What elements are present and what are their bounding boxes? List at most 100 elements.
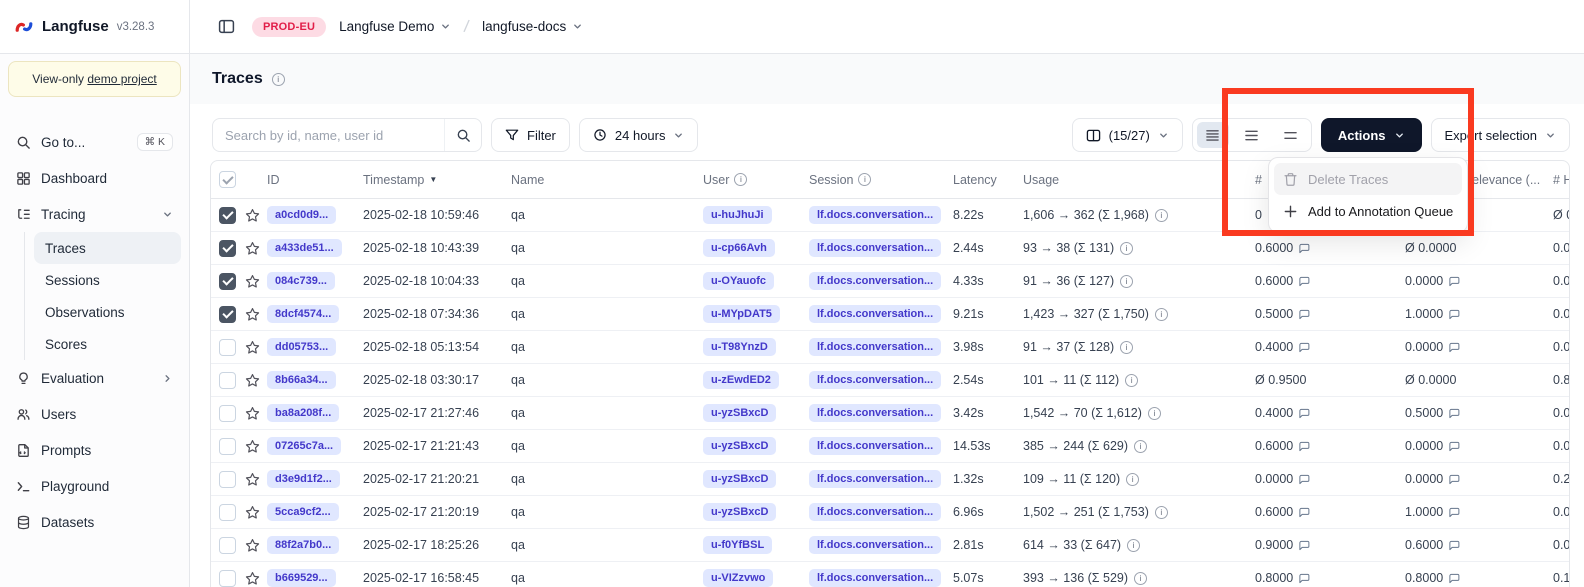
user-badge[interactable]: u-VIZzvwo xyxy=(703,569,773,587)
row-checkbox[interactable] xyxy=(219,504,236,521)
sidebar-item-tracing[interactable]: Tracing xyxy=(8,196,181,232)
star-button[interactable] xyxy=(245,307,260,322)
comment-icon[interactable] xyxy=(1298,308,1310,321)
session-badge[interactable]: lf.docs.conversation... xyxy=(809,272,941,290)
usage-info-icon[interactable] xyxy=(1120,275,1133,288)
column-visibility-button[interactable]: (15/27) xyxy=(1072,118,1183,152)
table-row[interactable]: ba8a208f... 2025-02-17 21:27:46 qa u-yzS… xyxy=(211,397,1569,430)
org-switcher[interactable]: Langfuse Demo xyxy=(339,19,451,34)
trace-id-badge[interactable]: 07265c7a... xyxy=(267,437,341,455)
comment-icon[interactable] xyxy=(1298,275,1310,288)
user-badge[interactable]: u-zEwdED2 xyxy=(703,371,779,389)
column-header-name[interactable]: Name xyxy=(511,173,703,187)
row-height-large-button[interactable] xyxy=(1275,122,1307,148)
star-button[interactable] xyxy=(245,406,260,421)
usage-info-icon[interactable] xyxy=(1125,374,1138,387)
table-row[interactable]: 5cca9cf2... 2025-02-17 21:20:19 qa u-yzS… xyxy=(211,496,1569,529)
user-badge[interactable]: u-yzSBxcD xyxy=(703,503,776,521)
column-header-latency[interactable]: Latency xyxy=(953,173,1023,187)
comment-icon[interactable] xyxy=(1448,407,1460,420)
comment-icon[interactable] xyxy=(1448,341,1460,354)
row-checkbox[interactable] xyxy=(219,471,236,488)
trace-id-badge[interactable]: a0cd0d9... xyxy=(267,206,336,224)
project-switcher[interactable]: langfuse-docs xyxy=(482,19,583,34)
info-icon[interactable] xyxy=(272,73,285,86)
sidebar-item-dashboard[interactable]: Dashboard xyxy=(8,160,181,196)
table-row[interactable]: 07265c7a... 2025-02-17 21:21:43 qa u-yzS… xyxy=(211,430,1569,463)
comment-icon[interactable] xyxy=(1448,539,1460,552)
table-row[interactable]: a433de51... 2025-02-18 10:43:39 qa u-cp6… xyxy=(211,232,1569,265)
session-badge[interactable]: lf.docs.conversation... xyxy=(809,239,941,257)
comment-icon[interactable] xyxy=(1298,539,1310,552)
comment-icon[interactable] xyxy=(1298,473,1310,486)
trace-id-badge[interactable]: ba8a208f... xyxy=(267,404,339,422)
column-header-timestamp[interactable]: Timestamp▼ xyxy=(363,173,511,187)
session-badge[interactable]: lf.docs.conversation... xyxy=(809,305,941,323)
session-badge[interactable]: lf.docs.conversation... xyxy=(809,536,941,554)
table-row[interactable]: 084c739... 2025-02-18 10:04:33 qa u-OYau… xyxy=(211,265,1569,298)
session-badge[interactable]: lf.docs.conversation... xyxy=(809,503,941,521)
session-badge[interactable]: lf.docs.conversation... xyxy=(809,404,941,422)
usage-info-icon[interactable] xyxy=(1120,242,1133,255)
sidebar-item-scores[interactable]: Scores xyxy=(34,328,181,360)
session-badge[interactable]: lf.docs.conversation... xyxy=(809,206,941,224)
session-badge[interactable]: lf.docs.conversation... xyxy=(809,371,941,389)
star-button[interactable] xyxy=(245,505,260,520)
column-header-usage[interactable]: Usage xyxy=(1023,173,1243,187)
sidebar-item-evaluation[interactable]: Evaluation xyxy=(8,360,181,396)
sidebar-item-users[interactable]: Users xyxy=(8,396,181,432)
session-badge[interactable]: lf.docs.conversation... xyxy=(809,569,941,587)
user-badge[interactable]: u-OYauofc xyxy=(703,272,774,290)
sidebar-toggle-button[interactable] xyxy=(213,14,239,40)
star-button[interactable] xyxy=(245,439,260,454)
user-badge[interactable]: u-huJhuJi xyxy=(703,206,772,224)
column-header-score3[interactable]: # H xyxy=(1551,173,1569,187)
user-badge[interactable]: u-yzSBxcD xyxy=(703,404,776,422)
user-badge[interactable]: u-cp66Avh xyxy=(703,239,775,257)
comment-icon[interactable] xyxy=(1298,242,1310,255)
table-row[interactable]: 8b66a34... 2025-02-18 03:30:17 qa u-zEwd… xyxy=(211,364,1569,397)
sidebar-item-sessions[interactable]: Sessions xyxy=(34,264,181,296)
menu-item-delete-traces[interactable]: Delete Traces xyxy=(1274,163,1462,195)
usage-info-icon[interactable] xyxy=(1127,539,1140,552)
user-badge[interactable]: u-yzSBxcD xyxy=(703,470,776,488)
table-row[interactable]: b669529... 2025-02-17 16:58:45 qa u-VIZz… xyxy=(211,562,1569,587)
table-row[interactable]: 8dcf4574... 2025-02-18 07:34:36 qa u-MYp… xyxy=(211,298,1569,331)
comment-icon[interactable] xyxy=(1298,506,1310,519)
comment-icon[interactable] xyxy=(1448,572,1460,585)
trace-id-badge[interactable]: 8dcf4574... xyxy=(267,305,339,323)
menu-item-add-to-annotation-queue[interactable]: Add to Annotation Queue xyxy=(1274,195,1462,227)
star-button[interactable] xyxy=(245,274,260,289)
sidebar-item-datasets[interactable]: Datasets xyxy=(8,504,181,540)
table-row[interactable]: dd05753... 2025-02-18 05:13:54 qa u-T98Y… xyxy=(211,331,1569,364)
session-badge[interactable]: lf.docs.conversation... xyxy=(809,470,941,488)
time-range-button[interactable]: 24 hours xyxy=(579,118,699,152)
info-icon[interactable] xyxy=(734,173,747,186)
usage-info-icon[interactable] xyxy=(1155,506,1168,519)
comment-icon[interactable] xyxy=(1448,440,1460,453)
star-button[interactable] xyxy=(245,373,260,388)
session-badge[interactable]: lf.docs.conversation... xyxy=(809,338,941,356)
column-header-id[interactable]: ID xyxy=(267,173,363,187)
comment-icon[interactable] xyxy=(1448,308,1460,321)
comment-icon[interactable] xyxy=(1448,506,1460,519)
trace-id-badge[interactable]: 084c739... xyxy=(267,272,335,290)
trace-id-badge[interactable]: 8b66a34... xyxy=(267,371,336,389)
star-button[interactable] xyxy=(245,241,260,256)
user-badge[interactable]: u-T98YnzD xyxy=(703,338,776,356)
row-checkbox[interactable] xyxy=(219,306,236,323)
row-checkbox[interactable] xyxy=(219,273,236,290)
sidebar-item-goto[interactable]: Go to... ⌘ K xyxy=(8,124,181,160)
user-badge[interactable]: u-f0YfBSL xyxy=(703,536,772,554)
trace-id-badge[interactable]: d3e9d1f2... xyxy=(267,470,340,488)
row-checkbox[interactable] xyxy=(219,207,236,224)
export-selection-button[interactable]: Export selection xyxy=(1431,118,1571,152)
comment-icon[interactable] xyxy=(1298,572,1310,585)
trace-id-badge[interactable]: b669529... xyxy=(267,569,336,587)
trace-id-badge[interactable]: 5cca9cf2... xyxy=(267,503,339,521)
trace-id-badge[interactable]: a433de51... xyxy=(267,239,342,257)
usage-info-icon[interactable] xyxy=(1155,209,1168,222)
usage-info-icon[interactable] xyxy=(1120,341,1133,354)
star-button[interactable] xyxy=(245,208,260,223)
star-button[interactable] xyxy=(245,472,260,487)
